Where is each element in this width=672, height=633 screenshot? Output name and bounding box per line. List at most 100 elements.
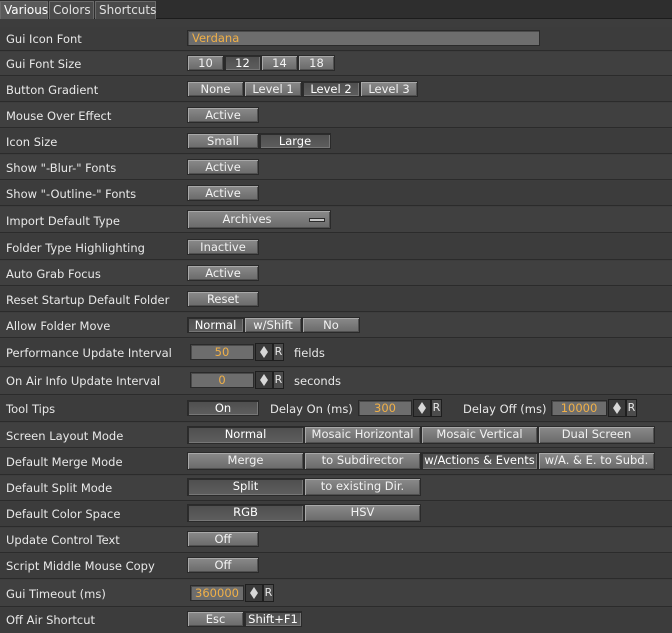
- tool-tips-toggle[interactable]: On: [187, 400, 259, 416]
- label-gui-font-size: Gui Font Size: [6, 57, 82, 71]
- gradient-none-button[interactable]: None: [187, 81, 244, 97]
- split-to-existing-dir-button[interactable]: to existing Dir.: [304, 478, 421, 496]
- tab-various[interactable]: Various: [0, 1, 48, 19]
- performance-interval-reset-button[interactable]: R: [273, 343, 284, 361]
- label-default-color-space: Default Color Space: [6, 507, 121, 521]
- on-air-interval-spinner[interactable]: [255, 371, 273, 389]
- label-folder-type-highlighting: Folder Type Highlighting: [6, 241, 145, 255]
- layout-mosaic-vertical-button[interactable]: Mosaic Vertical: [421, 426, 538, 444]
- auto-grab-focus-toggle[interactable]: Active: [187, 265, 259, 281]
- color-space-hsv-button[interactable]: HSV: [304, 504, 421, 522]
- row-performance-update-interval: Performance Update Interval 50 R fields: [0, 339, 672, 367]
- performance-interval-spinner[interactable]: [255, 343, 273, 361]
- tab-colors[interactable]: Colors: [49, 1, 94, 19]
- row-button-gradient: Button Gradient None Level 1 Level 2 Lev…: [0, 77, 672, 102]
- folder-type-highlighting-toggle[interactable]: Inactive: [187, 239, 259, 255]
- delay-on-reset-button[interactable]: R: [431, 399, 442, 417]
- label-screen-layout-mode: Screen Layout Mode: [6, 429, 124, 443]
- gradient-level2-button[interactable]: Level 2: [302, 81, 360, 97]
- label-auto-grab-focus: Auto Grab Focus: [6, 267, 101, 281]
- icon-size-large-button[interactable]: Large: [259, 133, 331, 149]
- merge-with-actions-events-button[interactable]: w/Actions & Events: [421, 452, 538, 470]
- folder-move-no-button[interactable]: No: [302, 317, 360, 333]
- row-screen-layout-mode: Screen Layout Mode Normal Mosaic Horizon…: [0, 423, 672, 448]
- merge-to-subdirector-button[interactable]: to Subdirector: [304, 452, 421, 470]
- row-import-default-type: Import Default Type Archives: [0, 207, 672, 233]
- tab-bar: Various Colors Shortcuts: [0, 0, 672, 19]
- on-air-interval-unit: seconds: [294, 374, 342, 388]
- label-icon-size: Icon Size: [6, 135, 58, 149]
- gradient-level3-button[interactable]: Level 3: [360, 81, 418, 97]
- row-icon-size: Icon Size Small Large: [0, 129, 672, 154]
- delay-off-label: Delay Off (ms): [463, 402, 547, 416]
- row-auto-grab-focus: Auto Grab Focus Active: [0, 261, 672, 286]
- label-performance-update-interval: Performance Update Interval: [6, 346, 172, 360]
- gui-timeout-reset-button[interactable]: R: [263, 584, 274, 602]
- label-reset-startup-default-folder: Reset Startup Default Folder: [6, 293, 170, 307]
- label-allow-folder-move: Allow Folder Move: [6, 319, 111, 333]
- label-update-control-text: Update Control Text: [6, 533, 120, 547]
- folder-move-shift-button[interactable]: w/Shift: [244, 317, 302, 333]
- off-air-shortcut-shift-f1-button[interactable]: Shift+F1: [244, 611, 302, 627]
- delay-on-spinner[interactable]: [413, 399, 431, 417]
- performance-interval-input[interactable]: 50: [190, 344, 254, 360]
- delay-off-spinner[interactable]: [608, 399, 626, 417]
- dropdown-bar-icon: [309, 218, 325, 222]
- delay-off-input[interactable]: 10000: [551, 400, 607, 416]
- row-gui-icon-font: Gui Icon Font Verdana: [0, 27, 672, 51]
- spin-down-icon: [418, 408, 426, 414]
- reset-startup-folder-button[interactable]: Reset: [187, 291, 259, 307]
- merge-button[interactable]: Merge: [187, 452, 304, 470]
- layout-dual-screen-button[interactable]: Dual Screen: [538, 426, 655, 444]
- label-off-air-shortcut: Off Air Shortcut: [6, 613, 96, 627]
- font-size-10-button[interactable]: 10: [187, 55, 224, 71]
- delay-off-reset-button[interactable]: R: [626, 399, 637, 417]
- gui-timeout-input[interactable]: 360000: [190, 585, 244, 601]
- row-show-outline-fonts: Show "-Outline-" Fonts Active: [0, 181, 672, 206]
- folder-move-normal-button[interactable]: Normal: [187, 317, 244, 333]
- row-gui-font-size: Gui Font Size 10 12 14 18: [0, 52, 672, 76]
- label-default-merge-mode: Default Merge Mode: [6, 455, 123, 469]
- label-import-default-type: Import Default Type: [6, 214, 120, 228]
- off-air-shortcut-esc-button[interactable]: Esc: [187, 611, 244, 627]
- gui-timeout-spinner[interactable]: [245, 584, 263, 602]
- row-default-merge-mode: Default Merge Mode Merge to Subdirector …: [0, 449, 672, 475]
- label-show-outline-fonts: Show "-Outline-" Fonts: [6, 187, 137, 201]
- show-outline-fonts-toggle[interactable]: Active: [187, 185, 259, 201]
- label-default-split-mode: Default Split Mode: [6, 481, 113, 495]
- row-default-split-mode: Default Split Mode Split to existing Dir…: [0, 476, 672, 501]
- color-space-rgb-button[interactable]: RGB: [187, 504, 304, 522]
- update-control-text-toggle[interactable]: Off: [187, 531, 259, 547]
- gui-icon-font-input[interactable]: Verdana: [187, 30, 540, 46]
- spin-down-icon: [613, 408, 621, 414]
- tab-shortcuts[interactable]: Shortcuts: [95, 1, 156, 19]
- font-size-12-button[interactable]: 12: [224, 55, 261, 71]
- row-show-blur-fonts: Show "-Blur-" Fonts Active: [0, 155, 672, 180]
- row-gui-timeout: Gui Timeout (ms) 360000 R: [0, 580, 672, 607]
- script-middle-mouse-copy-toggle[interactable]: Off: [187, 557, 259, 573]
- spin-down-icon: [250, 593, 258, 599]
- layout-normal-button[interactable]: Normal: [187, 426, 304, 444]
- spin-down-icon: [260, 352, 268, 358]
- label-script-middle-mouse-copy: Script Middle Mouse Copy: [6, 559, 155, 573]
- delay-on-input[interactable]: 300: [358, 400, 412, 416]
- label-button-gradient: Button Gradient: [6, 83, 99, 97]
- split-button[interactable]: Split: [187, 478, 304, 496]
- import-default-type-value: Archives: [222, 212, 272, 226]
- row-on-air-info-update-interval: On Air Info Update Interval 0 R seconds: [0, 368, 672, 395]
- row-folder-type-highlighting: Folder Type Highlighting Inactive: [0, 234, 672, 260]
- spin-down-icon: [260, 380, 268, 386]
- layout-mosaic-horizontal-button[interactable]: Mosaic Horizontal: [304, 426, 421, 444]
- show-blur-fonts-toggle[interactable]: Active: [187, 159, 259, 175]
- gradient-level1-button[interactable]: Level 1: [244, 81, 302, 97]
- row-update-control-text: Update Control Text Off: [0, 528, 672, 553]
- font-size-14-button[interactable]: 14: [261, 55, 298, 71]
- import-default-type-dropdown[interactable]: Archives: [187, 210, 331, 229]
- font-size-18-button[interactable]: 18: [298, 55, 335, 71]
- icon-size-small-button[interactable]: Small: [187, 133, 259, 149]
- on-air-interval-reset-button[interactable]: R: [273, 371, 284, 389]
- mouse-over-effect-toggle[interactable]: Active: [187, 107, 259, 123]
- label-gui-timeout: Gui Timeout (ms): [6, 587, 106, 601]
- merge-with-ae-to-subd-button[interactable]: w/A. & E. to Subd.: [538, 452, 655, 470]
- on-air-interval-input[interactable]: 0: [190, 372, 254, 388]
